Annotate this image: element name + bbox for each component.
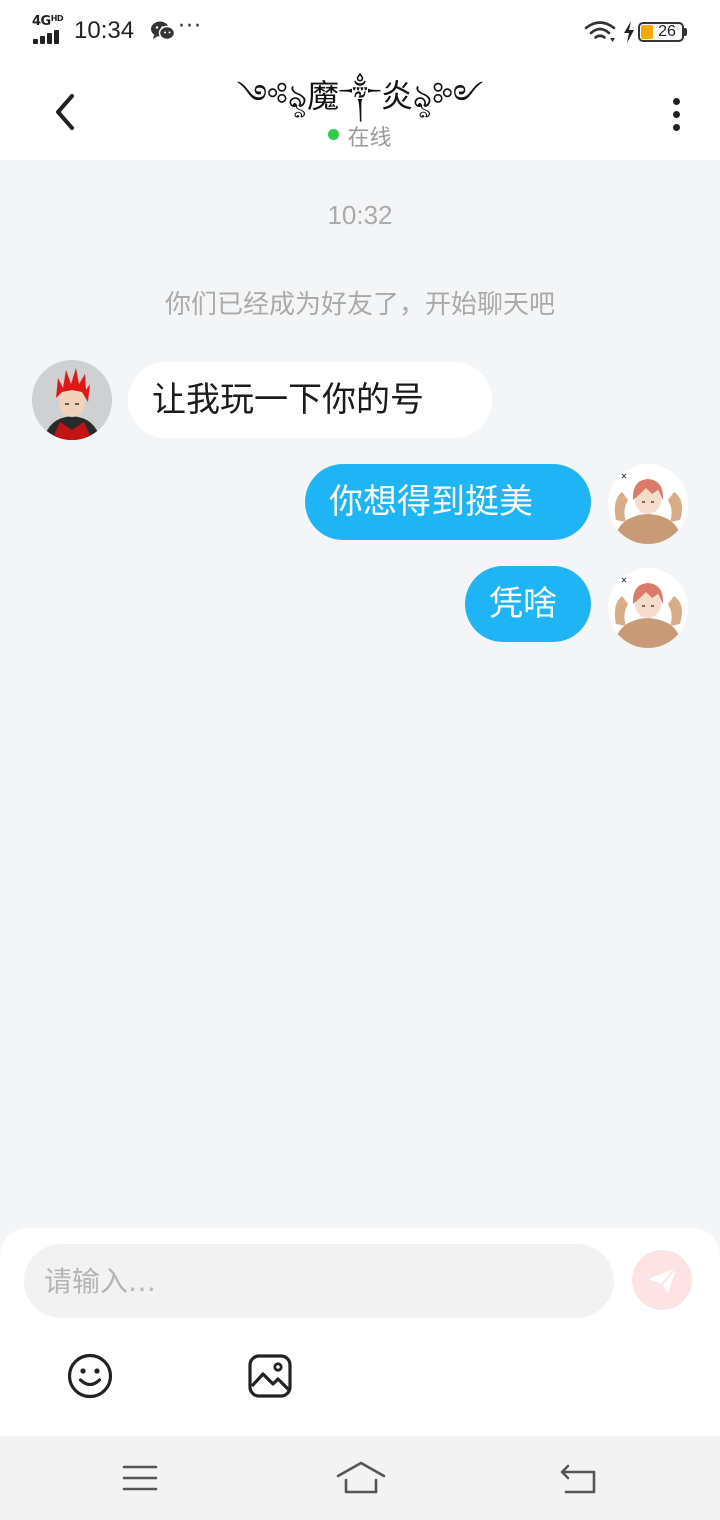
message-bubble-outgoing[interactable]: 凭啥 (465, 566, 591, 642)
notification-overflow: ··· (178, 14, 202, 39)
my-avatar[interactable] (608, 568, 688, 648)
back-icon (560, 1464, 596, 1494)
more-options-button[interactable] (660, 92, 692, 136)
system-nav-bar (0, 1436, 720, 1520)
message-list[interactable]: 10:32 你们已经成为好友了，开始聊天吧 让我玩一下你的号 你想得到挺美 凭啥 (0, 160, 720, 1228)
emoji-icon (67, 1353, 113, 1399)
online-status: 在线 (300, 120, 420, 151)
battery-icon: 26 (638, 22, 688, 44)
contact-name: ༺ৡ魔༒炎ৡ༻ (236, 77, 484, 115)
message-bubble-incoming[interactable]: 让我玩一下你的号 (128, 362, 492, 438)
charging-icon (622, 20, 636, 44)
send-button[interactable] (632, 1250, 692, 1310)
online-dot-icon (328, 128, 340, 140)
message-input[interactable] (24, 1244, 614, 1318)
wifi-icon (584, 20, 616, 44)
emoji-button[interactable] (66, 1352, 114, 1400)
menu-icon (122, 1465, 158, 1491)
image-button[interactable] (246, 1352, 294, 1400)
online-status-text: 在线 (347, 126, 392, 151)
message-text: 让我玩一下你的号 (152, 380, 424, 420)
nav-menu-button[interactable] (120, 1460, 160, 1496)
message-text: 凭啥 (489, 584, 557, 624)
back-button[interactable] (44, 88, 84, 136)
signal-icon: 4GHD (32, 14, 66, 44)
message-text: 你想得到挺美 (329, 482, 533, 522)
image-icon (248, 1354, 292, 1398)
nav-back-button[interactable] (558, 1458, 600, 1498)
network-suffix: HD (50, 14, 64, 23)
my-avatar[interactable] (608, 464, 688, 544)
nav-home-button[interactable] (334, 1458, 388, 1498)
red-hair-anime-avatar (32, 360, 112, 440)
back-arrow-icon (56, 94, 74, 130)
pink-hair-anime-avatar (608, 568, 688, 648)
chat-screen: 4GHD 10:34 ··· 26 ༺ৡ魔༒炎ৡ༻ 在线 10:32 你们已经成… (0, 0, 720, 1520)
chat-header: ༺ৡ魔༒炎ৡ༻ 在线 (0, 64, 720, 160)
status-bar: 4GHD 10:34 ··· 26 (0, 0, 720, 64)
battery-level: 26 (658, 23, 676, 40)
message-composer (0, 1228, 720, 1436)
home-icon (336, 1461, 386, 1494)
pink-hair-anime-avatar (608, 464, 688, 544)
network-type: 4G (32, 14, 51, 29)
status-time: 10:34 (74, 17, 135, 44)
message-timestamp: 10:32 (327, 200, 393, 230)
system-notice: 你们已经成为好友了，开始聊天吧 (164, 290, 555, 320)
contact-avatar[interactable] (32, 360, 112, 440)
wechat-icon (150, 20, 176, 42)
message-bubble-outgoing[interactable]: 你想得到挺美 (305, 464, 591, 540)
send-icon (648, 1267, 677, 1294)
